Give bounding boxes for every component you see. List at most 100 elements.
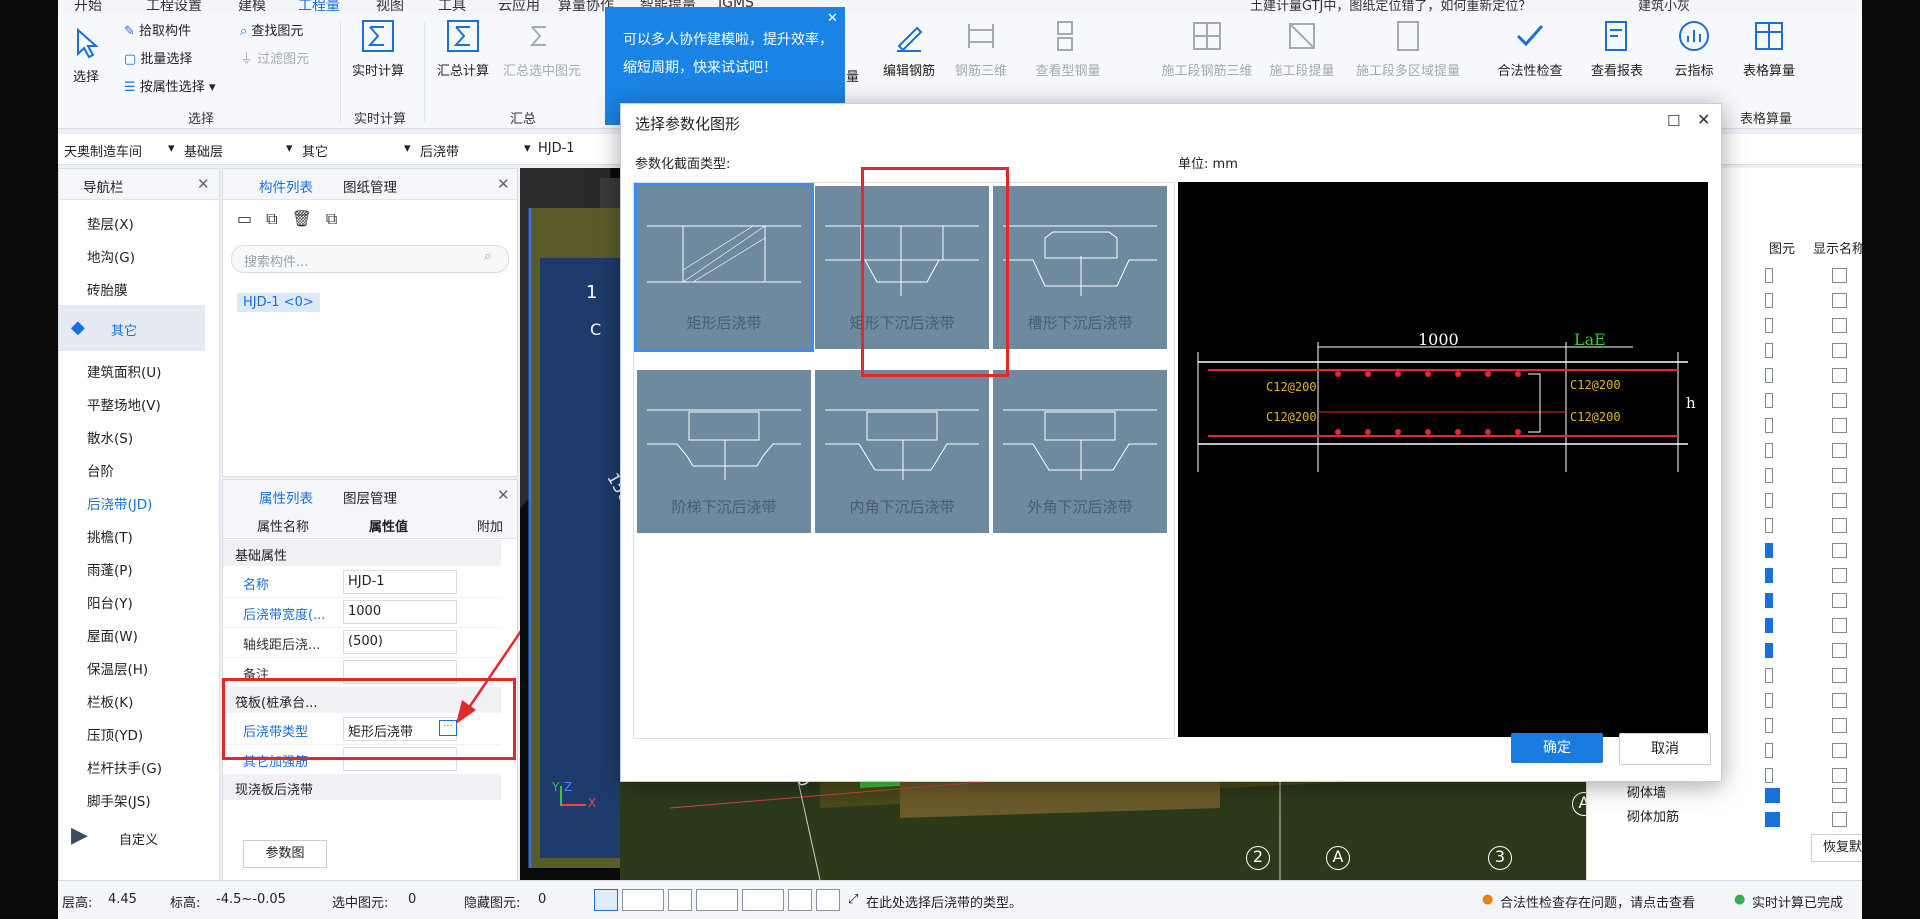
show-name-checkbox[interactable] bbox=[1832, 368, 1847, 383]
show-name-checkbox[interactable] bbox=[1832, 318, 1847, 333]
view-rebar-qty-button[interactable]: 量 bbox=[846, 66, 859, 85]
cancel-button[interactable]: 取消 bbox=[1619, 733, 1711, 765]
user-name[interactable]: 建筑小灰 bbox=[1638, 0, 1690, 14]
nav-item[interactable]: 砖胎膜 bbox=[87, 279, 128, 299]
menu-start[interactable]: 开始 bbox=[74, 0, 102, 14]
nav-item[interactable]: 栏杆扶手(G) bbox=[87, 757, 162, 777]
floor-select[interactable]: 基础层 bbox=[184, 141, 223, 160]
cross-icon[interactable] bbox=[668, 889, 692, 911]
ok-button[interactable]: 确定 bbox=[1511, 733, 1603, 763]
show-element-checkbox[interactable] bbox=[1765, 643, 1773, 658]
show-name-checkbox[interactable] bbox=[1832, 418, 1847, 433]
duplicate-icon[interactable]: ⧉ bbox=[326, 209, 351, 228]
nav-item[interactable]: 地沟(G) bbox=[87, 246, 135, 266]
tab-properties[interactable]: 属性列表 bbox=[259, 487, 313, 507]
validity-warning-link[interactable]: 合法性检查存在问题，请点击查看 bbox=[1500, 892, 1695, 911]
realtime-calc-button[interactable]: 实时计算 bbox=[342, 18, 414, 79]
nav-item[interactable]: 台阶 bbox=[87, 460, 114, 480]
nav-item[interactable]: 雨蓬(P) bbox=[87, 559, 133, 579]
nav-custom[interactable]: ▶ 自定义 bbox=[71, 823, 158, 848]
view-report-button[interactable]: 查看报表 bbox=[1582, 18, 1652, 79]
component-item[interactable]: HJD-1 <0> bbox=[237, 293, 320, 312]
show-name-checkbox[interactable] bbox=[1832, 618, 1847, 633]
show-element-checkbox[interactable] bbox=[1765, 443, 1773, 458]
show-name-checkbox[interactable] bbox=[1832, 343, 1847, 358]
show-element-checkbox[interactable] bbox=[1765, 768, 1773, 783]
arc-toggle[interactable] bbox=[816, 889, 840, 911]
maximize-icon[interactable]: ☐ bbox=[1667, 112, 1680, 130]
select-tool-button[interactable]: 选择 bbox=[66, 24, 106, 85]
show-name-checkbox[interactable] bbox=[1832, 518, 1847, 533]
delete-icon[interactable]: 🗑 bbox=[292, 209, 326, 228]
ortho-toggle[interactable] bbox=[594, 889, 618, 911]
sum-calc-button[interactable]: 汇总计算 bbox=[428, 18, 498, 79]
show-name-checkbox[interactable] bbox=[1832, 443, 1847, 458]
show-element-checkbox[interactable] bbox=[1765, 718, 1773, 733]
stage-extract-button[interactable]: 施工段提量 bbox=[1262, 18, 1342, 79]
nav-item[interactable]: 脚手架(JS) bbox=[87, 790, 151, 810]
nav-item[interactable]: 阳台(Y) bbox=[87, 592, 133, 612]
menu-quantity[interactable]: 工程量 bbox=[298, 0, 340, 14]
show-element-checkbox[interactable] bbox=[1765, 318, 1773, 333]
restore-defaults-button[interactable]: 恢复默认设置 bbox=[1811, 834, 1862, 862]
table-calc-button[interactable]: 表格算量 bbox=[1734, 18, 1804, 79]
show-name-checkbox[interactable] bbox=[1832, 393, 1847, 408]
nav-item[interactable]: 栏板(K) bbox=[87, 691, 133, 711]
view-section-rebar-button[interactable]: 查看型钢量 bbox=[1022, 18, 1114, 79]
shape-rect-strip[interactable]: 矩形后浇带 bbox=[634, 183, 814, 352]
menu-project-settings[interactable]: 工程设置 bbox=[146, 0, 202, 14]
show-name-checkbox[interactable] bbox=[1832, 693, 1847, 708]
menu-cloud[interactable]: 云应用 bbox=[498, 0, 540, 14]
find-element-button[interactable]: ⌕ 查找图元 bbox=[240, 20, 303, 39]
nav-item[interactable]: 挑檐(T) bbox=[87, 526, 133, 546]
nav-item[interactable]: 压顶(YD) bbox=[87, 724, 143, 744]
item-select[interactable]: HJD-1 bbox=[538, 141, 575, 156]
group-slab-strip[interactable]: 现浇板后浇带 bbox=[223, 774, 501, 800]
show-element-checkbox[interactable] bbox=[1765, 568, 1773, 583]
menu-view[interactable]: 视图 bbox=[376, 0, 404, 14]
show-name-checkbox[interactable] bbox=[1832, 268, 1847, 283]
group-basic-properties[interactable]: 基础属性 bbox=[223, 540, 501, 566]
menu-tools[interactable]: 工具 bbox=[438, 0, 466, 14]
angle-toggle[interactable] bbox=[696, 889, 738, 911]
pick-component-button[interactable]: ✎ 拾取构件 bbox=[124, 20, 191, 39]
cloud-index-button[interactable]: 云指标 bbox=[1666, 18, 1722, 79]
show-element-checkbox[interactable] bbox=[1765, 393, 1773, 408]
nav-item[interactable]: 屋面(W) bbox=[87, 625, 138, 645]
show-name-checkbox[interactable] bbox=[1832, 293, 1847, 308]
parameter-diagram-button[interactable]: 参数图 bbox=[243, 840, 327, 868]
category-select[interactable]: 其它 bbox=[302, 141, 328, 160]
show-name-checkbox[interactable] bbox=[1832, 568, 1847, 583]
show-element-checkbox[interactable] bbox=[1765, 593, 1773, 608]
sum-selected-button[interactable]: 汇总选中图元 bbox=[500, 18, 584, 79]
close-icon[interactable]: ✕ bbox=[497, 486, 510, 504]
help-search-hint[interactable]: 土建计量GTJ中，图纸定位错了，如何重新定位？ bbox=[1250, 0, 1531, 14]
show-name-checkbox[interactable] bbox=[1832, 718, 1847, 733]
shape-stepped-sunken-strip[interactable]: 阶梯下沉后浇带 bbox=[637, 370, 811, 533]
filter-element-button[interactable]: ⏚ 过滤图元 bbox=[240, 48, 309, 67]
nav-item[interactable]: 平整场地(V) bbox=[87, 394, 161, 414]
shape-outer-corner-sunken-strip[interactable]: 外角下沉后浇带 bbox=[993, 370, 1167, 533]
stage-rebar-3d-button[interactable]: 施工段钢筋三维 bbox=[1156, 18, 1258, 79]
validity-check-button[interactable]: 合法性检查 bbox=[1490, 18, 1570, 79]
close-icon[interactable]: ✕ bbox=[827, 11, 838, 26]
show-element-checkbox[interactable] bbox=[1765, 343, 1773, 358]
stage-multi-area-button[interactable]: 施工段多区域提量 bbox=[1346, 18, 1470, 79]
batch-select-button[interactable]: ▢ 批量选择 bbox=[124, 48, 192, 67]
show-element-checkbox[interactable] bbox=[1765, 518, 1773, 533]
prop-value-input[interactable]: HJD-1 bbox=[343, 570, 457, 594]
show-name-checkbox[interactable] bbox=[1832, 788, 1847, 803]
show-element-checkbox[interactable] bbox=[1765, 743, 1773, 758]
tab-layer-management[interactable]: 图层管理 bbox=[343, 487, 397, 507]
nav-item[interactable]: 建筑面积(U) bbox=[87, 361, 161, 381]
show-name-checkbox[interactable] bbox=[1832, 768, 1847, 783]
snap-toggle[interactable] bbox=[622, 889, 664, 911]
copy-icon[interactable]: ⧉ bbox=[266, 209, 291, 228]
nav-section-other[interactable]: ◆ 其它 bbox=[59, 305, 205, 351]
rebar-3d-button[interactable]: 钢筋三维 bbox=[946, 18, 1016, 79]
nav-item-post-pour-strip[interactable]: 后浇带(JD) bbox=[87, 493, 152, 513]
mode-toggle[interactable] bbox=[788, 889, 812, 911]
shape-inner-corner-sunken-strip[interactable]: 内角下沉后浇带 bbox=[815, 370, 989, 533]
show-name-checkbox[interactable] bbox=[1832, 643, 1847, 658]
show-element-checkbox[interactable] bbox=[1765, 418, 1773, 433]
